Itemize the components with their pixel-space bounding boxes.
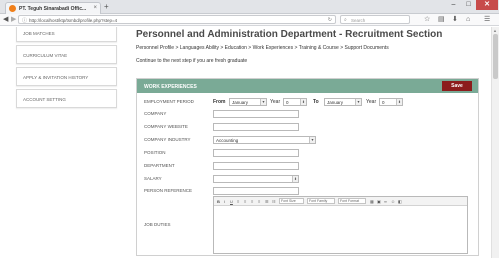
work-experiences-panel: WORK EXPERIENCES Save EMPLOYMENT PERIOD …: [136, 78, 479, 256]
close-window-button[interactable]: ✕: [476, 0, 498, 10]
dropdown-arrow-icon: ▼: [309, 137, 315, 143]
font-family-select[interactable]: Font Family: [307, 198, 335, 204]
to-month-value: January: [327, 100, 344, 105]
align-center-icon[interactable]: ≡: [244, 199, 246, 204]
link-icon[interactable]: ∞: [384, 199, 387, 204]
url-text[interactable]: http://localhost/ktp/tsmbd/profile.php?s…: [29, 18, 117, 23]
salary-label: SALARY: [144, 176, 162, 181]
company-label: COMPANY: [144, 111, 167, 116]
to-year-stepper[interactable]: 0 ⬍: [379, 98, 403, 106]
minimize-button[interactable]: –: [446, 0, 461, 10]
from-month-value: January: [232, 100, 249, 105]
font-format-select[interactable]: Font Format: [338, 198, 366, 204]
sidebar-item-label: APPLY & INVITATION HISTORY: [23, 75, 89, 80]
sidebar-item-curriculum-vitae[interactable]: CURRICULUM VITAE: [16, 45, 117, 64]
sidebar-item-account-setting[interactable]: ACCOUNT SETTING: [16, 89, 117, 108]
from-year-label: Year: [270, 99, 281, 105]
source-icon[interactable]: ◧: [398, 199, 402, 204]
scrollbar-thumb[interactable]: [493, 34, 498, 79]
page-title: Personnel and Administration Department …: [136, 29, 443, 40]
company-input[interactable]: [213, 110, 299, 118]
tab-bar: PT. Teguh Sinarabadi Offic... × + – □ ✕: [0, 0, 499, 14]
forward-icon[interactable]: ▶: [11, 15, 16, 25]
editor-toolbar: B I U ≡ ≡ ≡ ≡ ☰ ☷ Font Size Font Family …: [214, 197, 467, 206]
menu-icon[interactable]: ☰: [484, 15, 490, 25]
page-scrollbar[interactable]: ▲: [491, 27, 499, 258]
to-label: To: [313, 99, 319, 105]
employment-period-label: EMPLOYMENT PERIOD: [144, 99, 194, 104]
panel-title: WORK EXPERIENCES: [144, 84, 197, 90]
back-icon[interactable]: ◀: [3, 15, 8, 25]
company-website-label: COMPANY WEBSITE: [144, 124, 188, 129]
stepper-icon[interactable]: ⬍: [300, 99, 306, 105]
image-icon[interactable]: ▣: [377, 199, 381, 204]
department-input[interactable]: [213, 162, 299, 170]
reading-list-icon[interactable]: ▤: [438, 15, 445, 25]
dropdown-arrow-icon: ▼: [355, 99, 361, 105]
job-duties-editor[interactable]: B I U ≡ ≡ ≡ ≡ ☰ ☷ Font Size Font Family …: [213, 196, 468, 254]
numbered-list-icon[interactable]: ☷: [272, 199, 276, 204]
emoji-icon[interactable]: ☺: [391, 199, 395, 204]
reload-icon[interactable]: ↻: [328, 17, 332, 23]
salary-stepper[interactable]: ⬍: [213, 175, 299, 183]
person-reference-label: PERSON REFERENCE: [144, 188, 193, 193]
font-size-select[interactable]: Font Size: [279, 198, 304, 204]
sidebar-item-job-matches[interactable]: JOB MATCHES: [16, 27, 117, 42]
sidebar-item-apply-history[interactable]: APPLY & INVITATION HISTORY: [16, 67, 117, 86]
home-icon[interactable]: ⌂: [466, 15, 470, 25]
company-website-input[interactable]: [213, 123, 299, 131]
company-industry-value: Accounting: [216, 138, 239, 143]
sidebar-item-label: CURRICULUM VITAE: [23, 53, 68, 58]
justify-icon[interactable]: ≡: [258, 199, 260, 204]
from-month-select[interactable]: January ▼: [229, 98, 267, 106]
table-icon[interactable]: ▦: [370, 199, 374, 204]
search-placeholder: Search: [351, 18, 366, 23]
panel-header: WORK EXPERIENCES Save: [137, 79, 478, 93]
sidebar-item-label: ACCOUNT SETTING: [23, 97, 66, 102]
breadcrumb: Personnel Profile > Languages Ability > …: [136, 45, 389, 51]
search-input[interactable]: ⌕ Search: [340, 15, 410, 24]
tab-close-icon[interactable]: ×: [93, 5, 97, 11]
from-label: From: [213, 99, 226, 105]
site-info-icon[interactable]: ⓘ: [22, 17, 27, 24]
to-year-label: Year: [366, 99, 377, 105]
company-industry-select[interactable]: Accounting ▼: [213, 136, 316, 144]
download-icon[interactable]: ⬇: [452, 15, 458, 25]
search-icon: ⌕: [344, 17, 347, 23]
align-left-icon[interactable]: ≡: [237, 199, 239, 204]
stepper-icon[interactable]: ⬍: [396, 99, 402, 105]
italic-icon[interactable]: I: [224, 199, 225, 204]
bookmark-star-icon[interactable]: ☆: [424, 15, 430, 25]
from-year-stepper[interactable]: 0 ⬍: [283, 98, 307, 106]
navigation-bar: ◀ ▶ ⓘ http://localhost/ktp/tsmbd/profile…: [0, 14, 499, 26]
browser-window: PT. Teguh Sinarabadi Offic... × + – □ ✕ …: [0, 0, 499, 258]
align-right-icon[interactable]: ≡: [251, 199, 253, 204]
bullet-list-icon[interactable]: ☰: [265, 199, 269, 204]
to-year-value: 0: [382, 100, 385, 105]
person-reference-input[interactable]: [213, 187, 299, 195]
tab-title: PT. Teguh Sinarabadi Offic...: [19, 6, 87, 12]
dropdown-arrow-icon: ▼: [260, 99, 266, 105]
department-label: DEPARTMENT: [144, 163, 175, 168]
sidebar: JOB MATCHES CURRICULUM VITAE APPLY & INV…: [16, 27, 117, 111]
scroll-up-icon[interactable]: ▲: [493, 28, 497, 33]
save-button[interactable]: Save: [442, 81, 472, 91]
to-month-select[interactable]: January ▼: [324, 98, 362, 106]
new-tab-button[interactable]: +: [104, 3, 109, 11]
favicon-icon: [9, 5, 16, 12]
company-industry-label: COMPANY INDUSTRY: [144, 137, 191, 142]
underline-icon[interactable]: U: [230, 199, 233, 204]
position-input[interactable]: [213, 149, 299, 157]
next-step-link[interactable]: Continue to the next step if you are fre…: [136, 58, 247, 64]
sidebar-item-label: JOB MATCHES: [23, 31, 55, 36]
page-viewport: JOB MATCHES CURRICULUM VITAE APPLY & INV…: [0, 27, 491, 258]
job-duties-label: JOB DUTIES: [144, 222, 171, 227]
maximize-button[interactable]: □: [461, 0, 476, 10]
position-label: POSITION: [144, 150, 166, 155]
bold-icon[interactable]: B: [217, 199, 220, 204]
browser-tab[interactable]: PT. Teguh Sinarabadi Offic... ×: [5, 2, 101, 14]
address-bar[interactable]: ⓘ http://localhost/ktp/tsmbd/profile.php…: [18, 15, 336, 24]
stepper-icon[interactable]: ⬍: [292, 176, 298, 182]
from-year-value: 0: [286, 100, 289, 105]
